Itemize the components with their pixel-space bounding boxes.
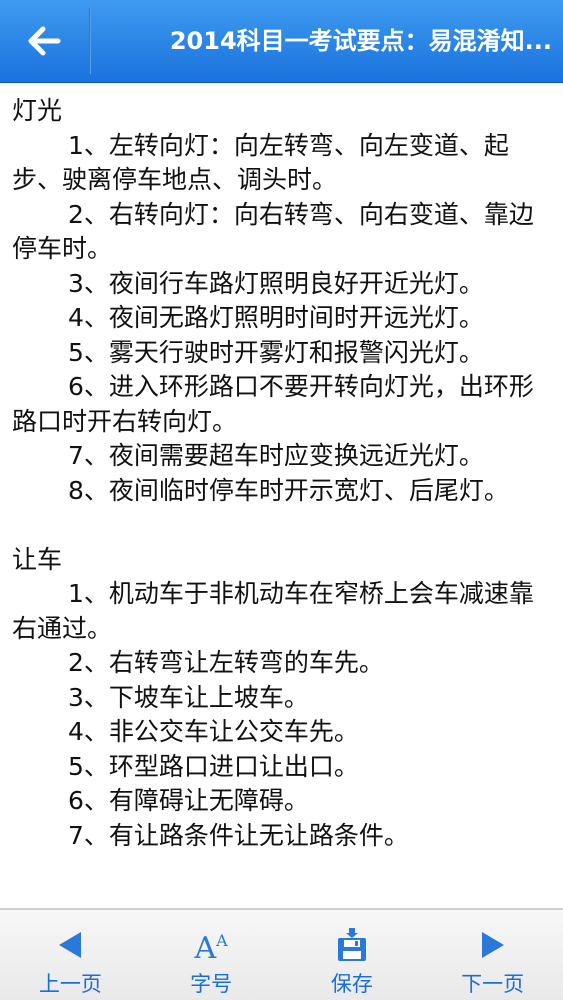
list-item: 2、右转向灯：向右转弯、向右变道、靠边停车时。: [12, 199, 534, 264]
floppy-disk-icon-svg: [337, 928, 366, 961]
list-item: 4、夜间无路灯照明时间时开远光灯。: [68, 303, 484, 332]
font-size-button[interactable]: AA 字号: [141, 910, 282, 1000]
prev-page-button[interactable]: 上一页: [0, 910, 141, 1000]
list-item: 1、机动车于非机动车在窄桥上会车减速靠右通过。: [12, 579, 534, 643]
section-title-yield: 让车: [12, 544, 63, 574]
next-page-label: 下一页: [461, 972, 525, 996]
left-triangle-icon-svg: [59, 932, 82, 958]
section-title-lights: 灯光: [12, 96, 63, 125]
font-size-icon-large-a: A: [194, 931, 217, 966]
right-triangle-icon: [478, 928, 508, 962]
back-button[interactable]: [0, 0, 88, 82]
list-item: 7、夜间需要超车时应变换远近光灯。: [68, 441, 484, 470]
header-divider: [89, 8, 91, 74]
list-item: 4、非公交车让公交车先。: [68, 717, 359, 746]
list-item: 2、右转弯让左转弯的车先。: [68, 648, 384, 677]
next-page-button[interactable]: 下一页: [422, 910, 563, 1000]
list-item: 5、环型路口进口让出口。: [68, 751, 359, 781]
font-size-icon-glyph: AA: [195, 924, 228, 966]
article-body[interactable]: 灯光 1、左转向灯：向左转弯、向左变道、起步、驶离停车地点、调头时。 2、右转向…: [0, 84, 563, 908]
font-size-icon-small-a: A: [216, 931, 228, 950]
prev-page-label: 上一页: [38, 972, 102, 996]
list-item: 1、左转向灯：向左转弯、向左变道、起步、驶离停车地点、调头时。: [12, 130, 509, 195]
right-triangle-icon-svg: [481, 932, 504, 958]
font-size-label: 字号: [190, 972, 233, 996]
save-button[interactable]: 保存: [282, 910, 423, 1000]
list-item: 6、进入环形路口不要开转向灯光，出环形路口时开右转向灯。: [12, 372, 534, 436]
font-size-icon: AA: [195, 928, 228, 966]
list-item: 3、夜间行车路灯照明良好开近光灯。: [68, 268, 484, 298]
list-item: 3、下坡车让上坡车。: [68, 682, 309, 712]
bottom-toolbar: 上一页 AA 字号 保存 下一页: [0, 908, 563, 1000]
page-title: 2014科目一考试要点：易混淆知...: [169, 27, 552, 55]
save-label: 保存: [330, 972, 373, 996]
top-bar: 2014科目一考试要点：易混淆知...: [0, 0, 563, 82]
floppy-disk-icon: [336, 928, 368, 962]
list-item: 6、有障碍让无障碍。: [68, 786, 309, 815]
list-item: 8、夜间临时停车时开示宽灯、后尾灯。: [68, 475, 509, 505]
back-arrow-icon: [28, 26, 61, 56]
list-item: 5、雾天行驶时开雾灯和报警闪光灯。: [68, 337, 484, 367]
left-triangle-icon: [55, 928, 85, 962]
list-item: 7、有让路条件让无让路条件。: [68, 820, 409, 850]
